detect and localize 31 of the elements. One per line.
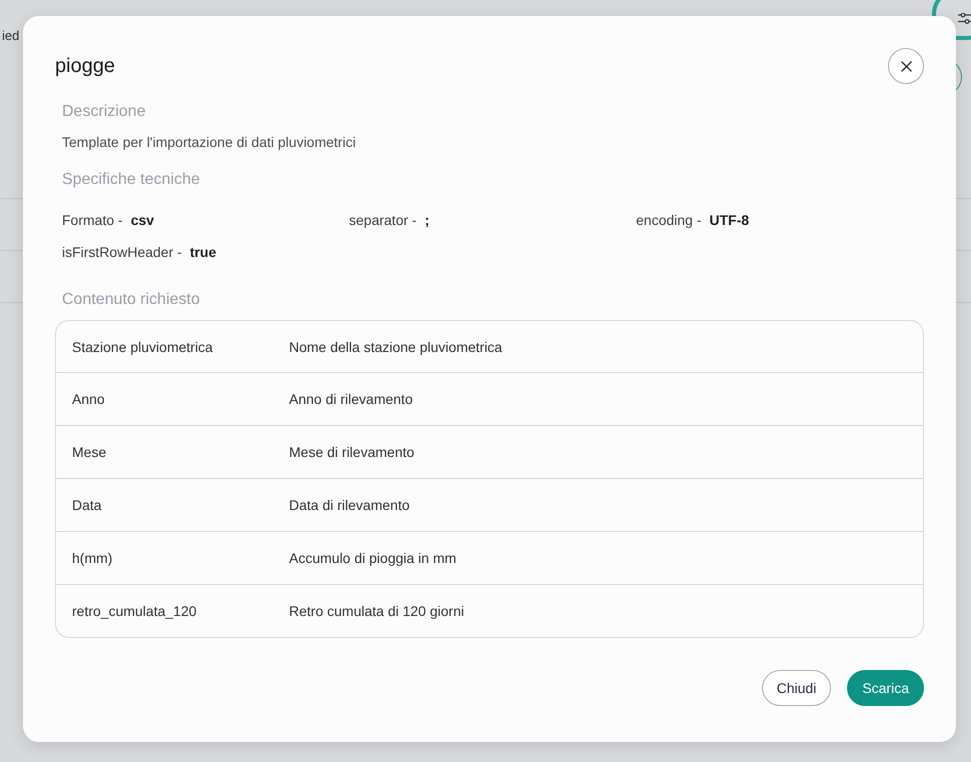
spec-label: isFirstRowHeader -	[62, 243, 182, 262]
field-description-cell-text: Nome della stazione pluviometrica	[289, 338, 502, 356]
field-description-cell-text: Mese di rilevamento	[289, 443, 414, 462]
field-description-cell-text: Accumulo di pioggia in mm	[289, 549, 456, 568]
spec-label: encoding -	[636, 211, 702, 230]
field-description-cell-text: Retro cumulata di 120 giorni	[289, 602, 464, 621]
close-button[interactable]	[888, 48, 924, 84]
spec-value: ;	[424, 211, 430, 230]
spec-label: separator -	[349, 211, 417, 230]
field-description-cell-text: Data di rilevamento	[289, 496, 410, 515]
field-name-cell-text: Mese	[72, 443, 106, 462]
sliders-icon	[958, 12, 971, 24]
section-heading: Descrizione	[62, 102, 146, 122]
field-name-cell-text: Anno	[72, 390, 105, 409]
close-icon	[900, 60, 912, 72]
spec-label: Formato -	[62, 211, 123, 230]
download-button[interactable]: Scarica	[847, 670, 924, 706]
field-name-cell-text: retro_cumulata_120	[72, 602, 197, 621]
description-text: Template per l'importazione di dati pluviometrici	[62, 133, 356, 152]
spec-value: UTF-8	[709, 211, 750, 230]
field-name-cell-text: h(mm)	[72, 549, 112, 568]
field-description-cell-text: Anno di rilevamento	[289, 390, 413, 409]
field-name-cell-text: Stazione pluviometrica	[72, 338, 213, 356]
close-dialog-button[interactable]: Chiudi	[762, 670, 832, 706]
section-heading: Specifiche tecniche	[62, 170, 200, 190]
field-name-cell-text: Data	[72, 496, 102, 515]
page-text: ied	[2, 28, 20, 43]
spec-value: true	[190, 243, 216, 262]
dialog-title: piogge	[55, 54, 116, 79]
spec-value: csv	[130, 211, 154, 230]
section-heading: Contenuto richiesto	[62, 290, 200, 310]
